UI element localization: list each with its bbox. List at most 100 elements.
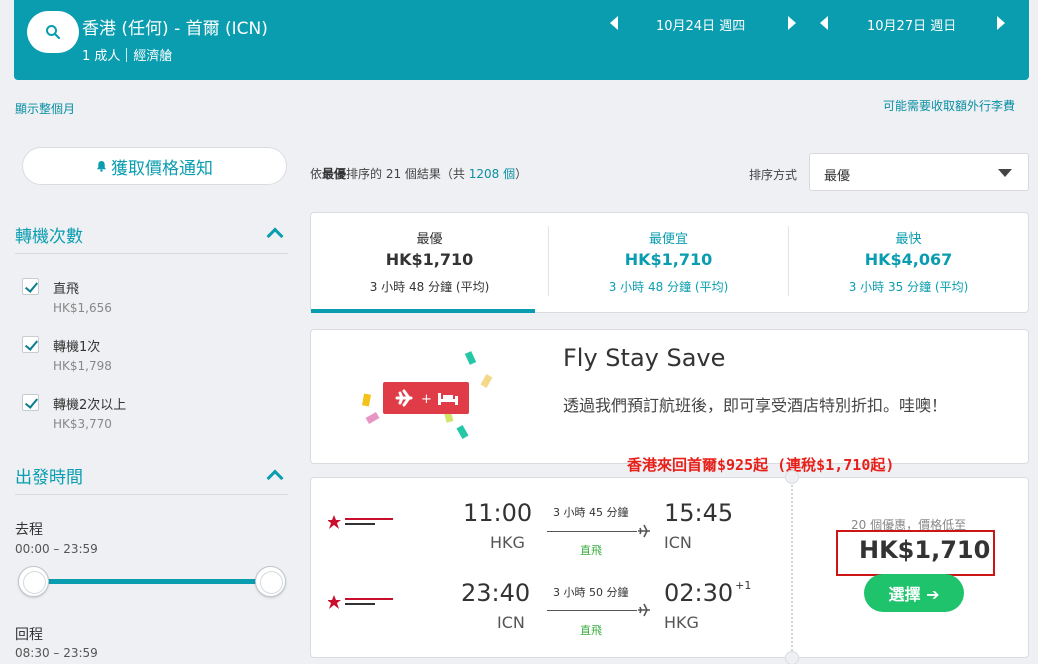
prev-return-date-icon[interactable] bbox=[820, 16, 828, 30]
next-day-indicator: +1 bbox=[735, 579, 752, 592]
results-suffix: ） bbox=[515, 167, 528, 181]
results-middle: 排序的 21 個結果（共 bbox=[346, 167, 469, 181]
search-summary-bar[interactable]: 香港 (任何) - 首爾 (ICN) 1 成人 經濟艙 10月24日 週四 10月… bbox=[14, 0, 1029, 80]
stop-price: HK$1,656 bbox=[53, 301, 112, 315]
confetti-decoration bbox=[362, 393, 371, 407]
chevron-up-icon[interactable] bbox=[266, 469, 284, 487]
outbound-stops: 直飛 bbox=[580, 544, 602, 557]
divider bbox=[791, 478, 793, 659]
outbound-label: 去程 bbox=[15, 522, 43, 538]
hong-kong-airlines-logo bbox=[328, 515, 393, 529]
route-title: 香港 (任何) - 首爾 (ICN) bbox=[82, 19, 268, 39]
confetti-decoration bbox=[464, 351, 477, 365]
return-duration: 3 小時 50 分鐘 bbox=[553, 586, 629, 599]
tab-price: HK$1,710 bbox=[624, 250, 713, 269]
plane-icon bbox=[638, 524, 650, 538]
sort-value: 最優 bbox=[824, 169, 851, 184]
outbound-arrive-time: 15:45 bbox=[664, 499, 734, 527]
outbound-to-code: ICN bbox=[664, 533, 692, 552]
return-date[interactable]: 10月27日 週日 bbox=[867, 15, 956, 34]
outbound-duration: 3 小時 45 分鐘 bbox=[553, 506, 629, 519]
fly-stay-save-promo[interactable]: + Fly Stay Save 透過我們預訂航班後，即可享受酒店特別折扣。哇噢！ bbox=[310, 329, 1029, 464]
caret-down-icon bbox=[998, 169, 1012, 177]
promo-text: 透過我們預訂航班後，即可享受酒店特別折扣。哇噢！ bbox=[563, 396, 948, 415]
next-depart-date-icon[interactable] bbox=[788, 16, 796, 30]
passenger-count: 1 成人 bbox=[82, 49, 121, 64]
tab-duration: 3 小時 48 分鐘 (平均) bbox=[369, 280, 490, 294]
departure-time-section-title: 出發時間 bbox=[15, 468, 83, 488]
checkbox-two-plus-stops[interactable] bbox=[22, 394, 39, 411]
results-sort-word: 最優 bbox=[322, 167, 347, 181]
checkbox-one-stop[interactable] bbox=[22, 336, 39, 353]
tab-title: 最優 bbox=[416, 232, 443, 247]
price-annotation: 香港來回首爾$925起 (連稅$1,710起) bbox=[627, 456, 895, 474]
tab-cheapest[interactable]: 最便宜 HK$1,710 3 小時 48 分鐘 (平均) bbox=[549, 213, 788, 312]
active-tab-indicator bbox=[311, 309, 535, 313]
return-from-code: ICN bbox=[497, 613, 525, 632]
return-time-range: 08:30 – 23:59 bbox=[15, 646, 98, 660]
passenger-cabin-info: 1 成人 經濟艙 bbox=[82, 45, 172, 64]
stop-price: HK$3,770 bbox=[53, 417, 112, 431]
card-notch bbox=[785, 651, 799, 664]
return-arrive-value: 02:30 bbox=[664, 579, 734, 607]
sort-dropdown[interactable]: 最優 bbox=[809, 153, 1029, 191]
price-highlight-box bbox=[836, 530, 995, 576]
card-notch bbox=[785, 470, 799, 484]
slider-handle-min[interactable] bbox=[18, 566, 49, 597]
stop-price: HK$1,798 bbox=[53, 359, 112, 373]
return-depart-time: 23:40 bbox=[461, 579, 531, 607]
plane-plus-bed-icon: + bbox=[395, 389, 458, 407]
search-button[interactable] bbox=[27, 11, 79, 53]
return-arrive-time: 02:30 +1 bbox=[664, 579, 751, 607]
tab-fastest[interactable]: 最快 HK$4,067 3 小時 35 分鐘 (平均) bbox=[789, 213, 1028, 312]
return-label: 回程 bbox=[15, 627, 43, 643]
tab-price: HK$1,710 bbox=[385, 250, 474, 269]
tab-best[interactable]: 最優 HK$1,710 3 小時 48 分鐘 (平均) bbox=[311, 213, 548, 313]
confetti-decoration bbox=[365, 411, 380, 425]
sort-tabs: 最優 HK$1,710 3 小時 48 分鐘 (平均) 最便宜 HK$1,710… bbox=[310, 212, 1029, 313]
price-alert-label: 獲取價格通知 bbox=[111, 158, 213, 179]
results-prefix: 依 bbox=[310, 167, 323, 181]
return-to-code: HKG bbox=[664, 613, 699, 632]
confetti-decoration bbox=[456, 425, 469, 439]
divider bbox=[15, 253, 288, 254]
stops-section-title: 轉機次數 bbox=[15, 227, 83, 247]
tab-title: 最便宜 bbox=[648, 232, 688, 247]
stop-label: 轉機2次以上 bbox=[53, 398, 127, 413]
hong-kong-airlines-logo bbox=[328, 595, 393, 609]
next-return-date-icon[interactable] bbox=[997, 16, 1005, 30]
stop-label: 轉機1次 bbox=[53, 340, 101, 355]
depart-date[interactable]: 10月24日 週四 bbox=[656, 15, 745, 34]
tab-duration: 3 小時 48 分鐘 (平均) bbox=[608, 280, 729, 294]
select-button[interactable]: 選擇 ➔ bbox=[864, 574, 964, 612]
bell-icon bbox=[96, 160, 107, 172]
promo-title: Fly Stay Save bbox=[563, 344, 726, 372]
results-total-link[interactable]: 1208 個 bbox=[469, 167, 515, 181]
flight-path-line bbox=[547, 531, 637, 532]
prev-depart-date-icon[interactable] bbox=[610, 16, 618, 30]
price-alert-button[interactable]: 獲取價格通知 bbox=[22, 147, 287, 185]
flight-path-line bbox=[547, 610, 637, 611]
tab-title: 最快 bbox=[895, 232, 922, 247]
search-icon bbox=[46, 25, 61, 40]
outbound-slider-track[interactable] bbox=[33, 579, 271, 584]
tab-duration: 3 小時 35 分鐘 (平均) bbox=[848, 280, 969, 294]
outbound-from-code: HKG bbox=[490, 533, 525, 552]
divider bbox=[15, 494, 288, 495]
plane-icon bbox=[638, 603, 650, 617]
stop-label: 直飛 bbox=[53, 282, 80, 297]
tab-price: HK$4,067 bbox=[864, 250, 953, 269]
checkbox-direct[interactable] bbox=[22, 278, 39, 295]
outbound-depart-time: 11:00 bbox=[463, 499, 533, 527]
flight-plus-hotel-badge: + bbox=[383, 382, 469, 414]
return-stops: 直飛 bbox=[580, 624, 602, 637]
show-month-link[interactable]: 顯示整個月 bbox=[15, 100, 75, 117]
sort-label: 排序方式 bbox=[749, 168, 798, 182]
outbound-time-range: 00:00 – 23:59 bbox=[15, 542, 98, 556]
baggage-fee-link[interactable]: 可能需要收取額外行李費 bbox=[883, 97, 1015, 114]
svg-text:+: + bbox=[421, 392, 432, 407]
flight-result-card[interactable]: 11:00 HKG 3 小時 45 分鐘 直飛 15:45 ICN 23:40 … bbox=[310, 470, 1029, 664]
slider-handle-max[interactable] bbox=[255, 566, 286, 597]
chevron-up-icon[interactable] bbox=[266, 227, 284, 245]
confetti-decoration bbox=[480, 374, 493, 388]
